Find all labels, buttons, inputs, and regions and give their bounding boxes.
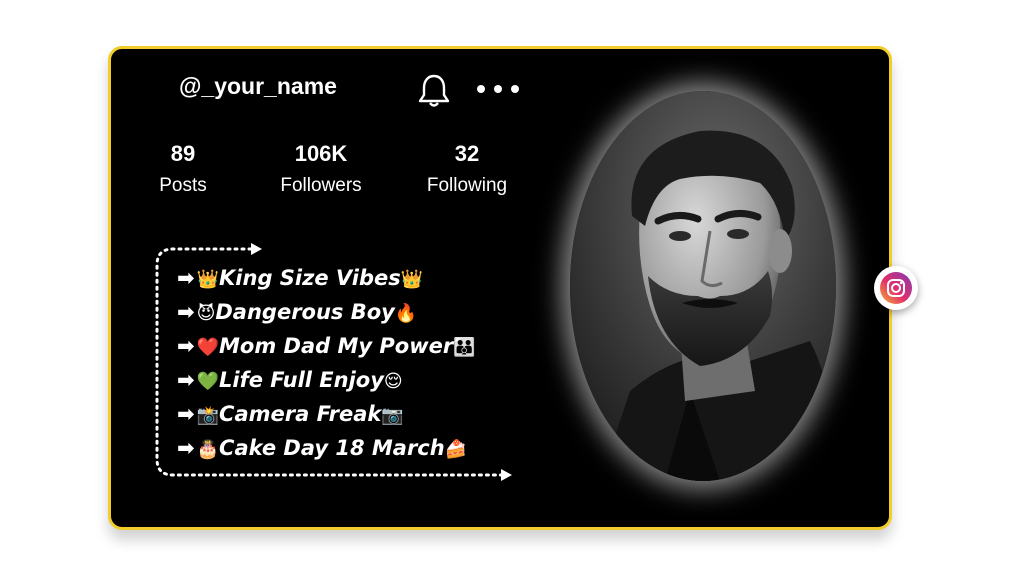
stat-followers[interactable]: 106K Followers bbox=[271, 141, 371, 197]
stat-posts[interactable]: 89 Posts bbox=[143, 141, 223, 197]
birthday-cake-icon: 🎂 bbox=[196, 439, 220, 460]
bio-text: Cake Day 18 March bbox=[219, 436, 445, 460]
stat-value: 106K bbox=[294, 141, 348, 166]
bio-line: ➡ 😈Dangerous Boy🔥 bbox=[177, 295, 476, 329]
bio-line: ➡ 🎂Cake Day 18 March🍰 bbox=[177, 431, 476, 465]
family-icon: 👪 bbox=[453, 337, 476, 358]
bio-text: Mom Dad My Power bbox=[219, 334, 454, 358]
devil-icon: 😈 bbox=[196, 303, 216, 324]
stat-value: 89 bbox=[170, 141, 196, 166]
crown-icon: 👑 bbox=[196, 269, 220, 290]
arrow-right-icon: ➡ bbox=[177, 266, 195, 290]
bio-line: ➡ 📸Camera Freak📷 bbox=[177, 397, 476, 431]
instagram-button[interactable] bbox=[874, 266, 918, 310]
bio-text: Life Full Enjoy bbox=[219, 368, 384, 392]
bell-icon[interactable] bbox=[417, 73, 451, 109]
bio-text: King Size Vibes bbox=[219, 266, 401, 290]
fire-icon: 🔥 bbox=[394, 303, 418, 324]
arrow-right-icon: ➡ bbox=[177, 402, 195, 426]
relieved-face-icon: 😌 bbox=[383, 371, 403, 392]
camera-flash-icon: 📸 bbox=[196, 405, 220, 426]
profile-photo[interactable] bbox=[570, 91, 836, 481]
red-heart-icon: ❤️ bbox=[196, 337, 220, 358]
camera-icon: 📷 bbox=[381, 405, 404, 426]
stat-following[interactable]: 32 Following bbox=[417, 141, 517, 197]
stat-label: Followers bbox=[280, 175, 362, 196]
more-dots-icon[interactable] bbox=[475, 81, 521, 97]
bio-line: ➡ 👑King Size Vibes👑 bbox=[177, 261, 476, 295]
green-heart-icon: 💚 bbox=[196, 371, 220, 392]
arrow-right-icon: ➡ bbox=[177, 436, 195, 460]
arrow-right-icon: ➡ bbox=[177, 368, 195, 392]
bio-line: ➡ ❤️Mom Dad My Power👪 bbox=[177, 329, 476, 363]
profile-card: @_your_name 89 Posts 106K Followers 32 F… bbox=[108, 46, 892, 530]
arrow-right-icon: ➡ bbox=[177, 334, 195, 358]
bio-text: Camera Freak bbox=[219, 402, 382, 426]
bio-list: ➡ 👑King Size Vibes👑 ➡ 😈Dangerous Boy🔥 ➡ ❤️M… bbox=[177, 261, 476, 465]
username[interactable]: @_your_name bbox=[179, 73, 337, 100]
arrow-right-icon: ➡ bbox=[177, 300, 195, 324]
bio-line: ➡ 💚Life Full Enjoy😌 bbox=[177, 363, 476, 397]
stat-value: 32 bbox=[454, 141, 480, 166]
bio-text: Dangerous Boy bbox=[215, 300, 395, 324]
cake-slice-icon: 🍰 bbox=[444, 439, 468, 460]
crown-icon: 👑 bbox=[400, 269, 424, 290]
stat-label: Following bbox=[426, 175, 508, 196]
stat-label: Posts bbox=[159, 175, 207, 196]
instagram-icon bbox=[880, 272, 912, 304]
